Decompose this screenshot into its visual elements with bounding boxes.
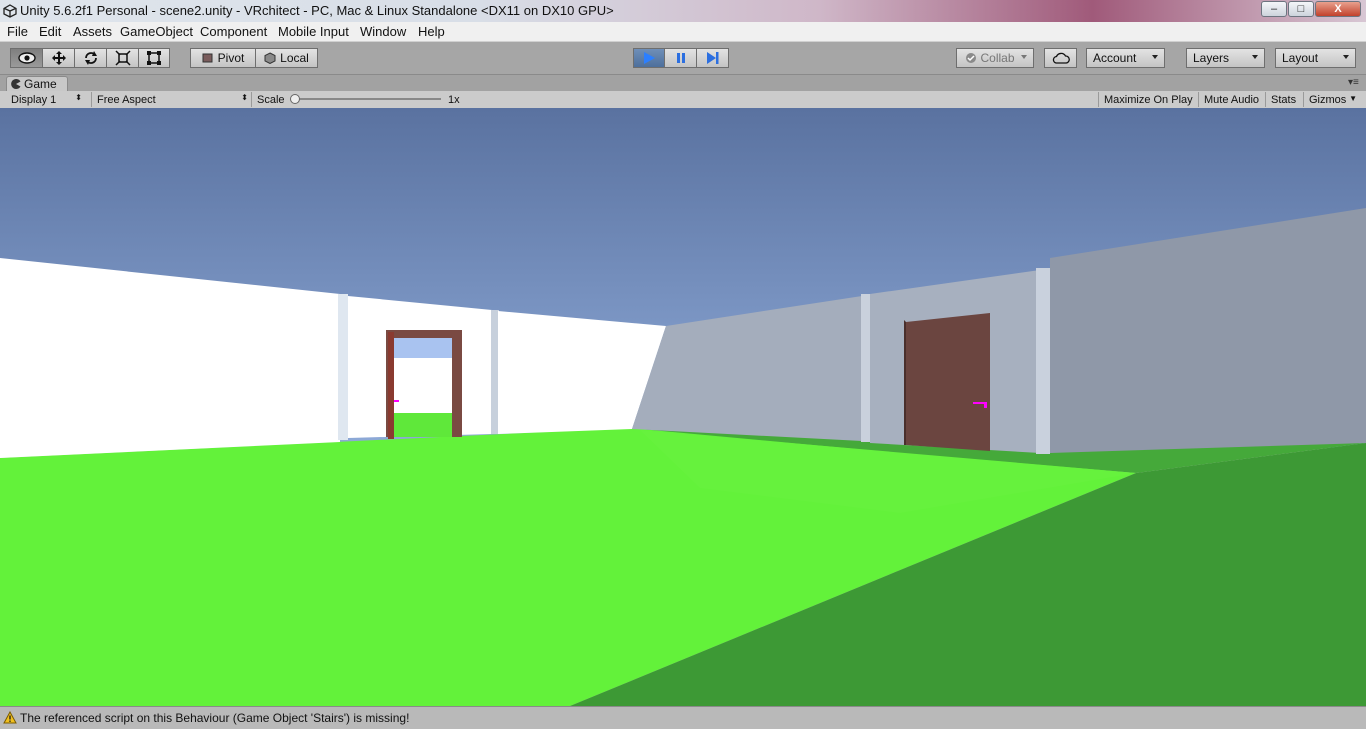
tab-menu-icon[interactable]: ▾≡ — [1348, 77, 1359, 88]
game-view-toolbar: Display 1 ⬍ Free Aspect ⬍ Scale 1x Maxim… — [0, 91, 1366, 109]
window-title: Unity 5.6.2f1 Personal - scene2.unity - … — [20, 3, 614, 18]
door-opening-floor — [394, 413, 452, 437]
maximize-on-play-toggle[interactable]: Maximize On Play — [1098, 92, 1197, 107]
wall-pillar-left — [338, 294, 348, 440]
door-handle-right-knob — [984, 404, 987, 408]
maximize-icon: □ — [1297, 3, 1305, 15]
status-bar: The referenced script on this Behaviour … — [0, 706, 1366, 729]
pause-button[interactable] — [664, 48, 697, 68]
chevron-down-icon: ▼ — [1349, 94, 1357, 103]
chevron-down-icon — [1343, 55, 1349, 59]
title-bar: Unity 5.6.2f1 Personal - scene2.unity - … — [0, 0, 1366, 23]
scale-value: 1x — [448, 93, 460, 106]
chevron-down-icon — [1252, 55, 1258, 59]
rect-transform-icon — [147, 51, 161, 65]
wall-pillar-mid — [491, 310, 499, 434]
chevron-down-icon — [1152, 55, 1158, 59]
gizmos-dropdown[interactable]: Gizmos ▼ — [1303, 92, 1358, 107]
warning-icon — [3, 711, 17, 724]
cloud-icon — [1052, 52, 1070, 64]
local-cube-icon — [264, 52, 276, 64]
step-icon — [706, 52, 718, 64]
menu-edit[interactable]: Edit — [39, 24, 61, 39]
menu-file[interactable]: File — [7, 24, 28, 39]
collab-label: Collab — [980, 51, 1015, 65]
status-message[interactable]: The referenced script on this Behaviour … — [20, 711, 409, 725]
menu-mobile-input[interactable]: Mobile Input — [278, 24, 349, 39]
check-circle-icon — [966, 53, 977, 63]
door-right — [906, 313, 990, 451]
door-opening-white — [394, 358, 452, 413]
menu-gameobject[interactable]: GameObject — [120, 24, 193, 39]
close-button[interactable]: X — [1315, 1, 1361, 17]
aspect-dropdown[interactable]: Free Aspect ⬍ — [91, 92, 251, 107]
updown-arrows-icon: ⬍ — [241, 93, 248, 102]
play-icon — [644, 52, 655, 64]
scale-slider-thumb[interactable] — [290, 94, 300, 104]
tab-game[interactable]: Game — [6, 76, 68, 91]
unity-logo-icon — [3, 4, 17, 18]
minimize-button[interactable]: – — [1261, 1, 1287, 17]
step-button[interactable] — [696, 48, 729, 68]
mute-audio-toggle[interactable]: Mute Audio — [1198, 92, 1265, 107]
door-side-dark — [388, 332, 394, 439]
updown-arrows-icon: ⬍ — [75, 93, 82, 102]
gizmos-label: Gizmos — [1309, 93, 1347, 106]
display-dropdown[interactable]: Display 1 ⬍ — [5, 92, 85, 107]
menu-bar: File Edit Assets GameObject Component Mo… — [0, 22, 1366, 42]
layers-dropdown[interactable]: Layers — [1186, 48, 1265, 68]
layout-dropdown[interactable]: Layout — [1275, 48, 1356, 68]
pause-icon — [676, 53, 685, 63]
game-tab-row: Game ▾≡ — [0, 75, 1366, 91]
menu-component[interactable]: Component — [200, 24, 267, 39]
cloud-services-button[interactable] — [1044, 48, 1077, 68]
rotate-icon — [84, 51, 97, 65]
stats-toggle[interactable]: Stats — [1265, 92, 1304, 107]
scene-render — [0, 108, 1366, 706]
game-viewport[interactable] — [0, 108, 1366, 706]
menu-assets[interactable]: Assets — [73, 24, 112, 39]
scale-icon — [114, 50, 131, 66]
layout-label: Layout — [1282, 51, 1319, 65]
local-toggle-button[interactable]: Local — [255, 48, 318, 68]
collab-dropdown[interactable]: Collab — [956, 48, 1034, 68]
game-tab-label: Game — [24, 77, 57, 91]
pivot-icon — [202, 53, 213, 63]
minimize-icon: – — [1270, 3, 1278, 15]
door-handle-right — [973, 402, 987, 404]
aspect-label: Free Aspect — [97, 93, 156, 106]
main-toolbar: Pivot Local Collab Account Layers Layout — [0, 42, 1366, 75]
wall-pillar-right-b — [1036, 268, 1050, 454]
game-pacman-icon — [11, 79, 21, 89]
rect-tool-button[interactable] — [138, 48, 170, 68]
account-label: Account — [1093, 51, 1137, 65]
display-label: Display 1 — [11, 93, 57, 106]
maximize-button[interactable]: □ — [1288, 1, 1314, 17]
pivot-label: Pivot — [217, 51, 245, 65]
eye-icon — [17, 52, 36, 64]
move-arrows-icon — [51, 51, 66, 65]
close-icon: X — [1334, 3, 1342, 15]
play-button[interactable] — [633, 48, 665, 68]
move-tool-button[interactable] — [42, 48, 75, 68]
account-dropdown[interactable]: Account — [1086, 48, 1165, 68]
chevron-down-icon — [1021, 55, 1027, 59]
pivot-toggle-button[interactable]: Pivot — [190, 48, 256, 68]
local-label: Local — [280, 51, 309, 65]
scale-label: Scale — [251, 92, 291, 107]
layers-label: Layers — [1193, 51, 1230, 65]
hand-tool-button[interactable] — [10, 48, 43, 68]
rotate-tool-button[interactable] — [74, 48, 107, 68]
scale-tool-button[interactable] — [106, 48, 139, 68]
scale-slider-track[interactable] — [295, 98, 441, 100]
menu-help[interactable]: Help — [418, 24, 445, 39]
menu-window[interactable]: Window — [360, 24, 406, 39]
door-right-frame — [904, 320, 906, 445]
wall-pillar-right-a — [861, 294, 871, 442]
door-handle-left — [394, 400, 399, 402]
